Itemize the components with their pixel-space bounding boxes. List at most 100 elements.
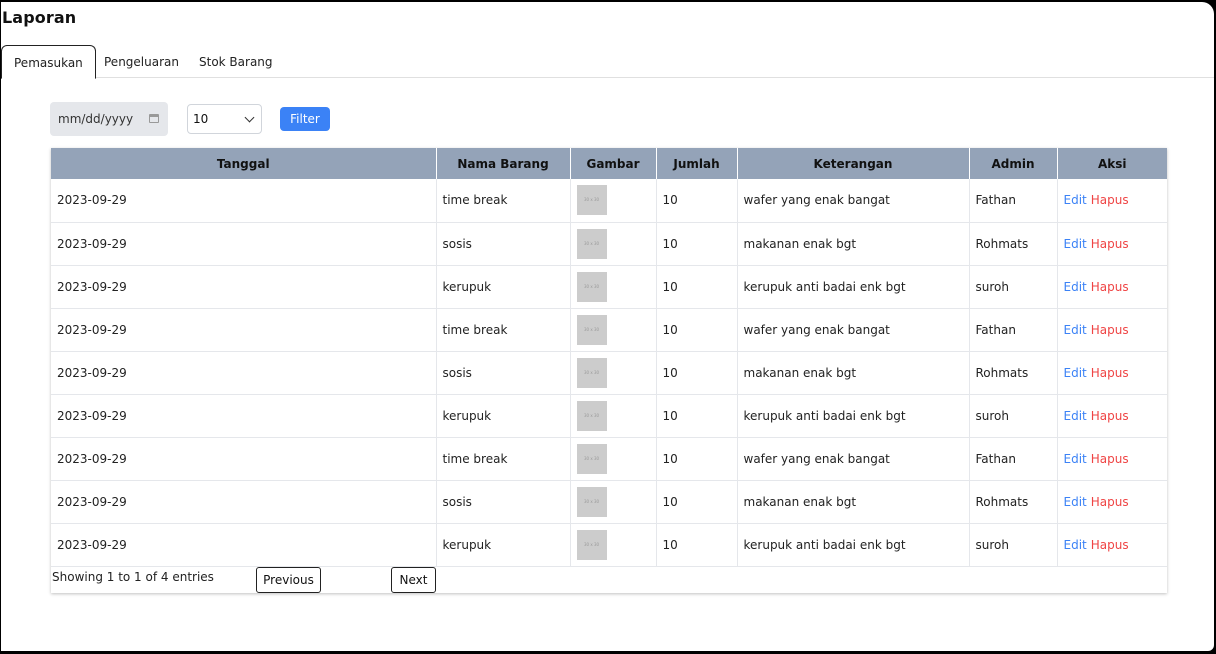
delete-link[interactable]: Hapus [1091,409,1129,423]
tab-pengeluaran[interactable]: Pengeluaran [92,45,191,79]
delete-link[interactable]: Hapus [1091,366,1129,380]
cell-keterangan: wafer yang enak bangat [737,308,970,352]
table-row: 2023-09-29 kerupuk 30 x 30 10 kerupuk anti b… [51,523,1167,567]
cell-gambar: 30 x 30 [570,265,657,309]
cell-aksi: Edit Hapus [1057,394,1167,438]
calendar-icon[interactable] [149,114,159,123]
cell-admin: suroh [969,265,1058,309]
cell-nama-barang: sosis [436,222,571,266]
chevron-down-icon [244,112,255,123]
date-placeholder: mm/dd/yyyy [58,112,134,126]
cell-aksi: Edit Hapus [1057,437,1167,481]
header-nama-barang: Nama Barang [436,148,571,179]
product-thumbnail: 30 x 30 [576,357,607,388]
cell-nama-barang: sosis [436,351,571,395]
cell-tanggal: 2023-09-29 [51,351,437,395]
cell-admin: Rohmats [969,222,1058,266]
cell-tanggal: 2023-09-29 [51,523,437,567]
table-row: 2023-09-29 sosis 30 x 30 10 makanan enak bgt… [51,222,1167,266]
header-aksi: Aksi [1057,148,1167,179]
cell-gambar: 30 x 30 [570,351,657,395]
table-header-row: Tanggal Nama Barang Gambar Jumlah Ketera… [51,148,1167,179]
edit-link[interactable]: Edit [1064,237,1087,251]
edit-link[interactable]: Edit [1064,409,1087,423]
delete-link[interactable]: Hapus [1091,237,1129,251]
cell-admin: suroh [969,523,1058,567]
cell-tanggal: 2023-09-29 [51,265,437,309]
cell-gambar: 30 x 30 [570,179,657,223]
product-thumbnail: 30 x 30 [576,529,607,560]
cell-jumlah: 10 [656,265,738,309]
cell-keterangan: wafer yang enak bangat [737,179,970,223]
page-size-select[interactable]: 10 [187,104,262,134]
previous-button[interactable]: Previous [256,567,321,593]
cell-keterangan: kerupuk anti badai enk bgt [737,394,970,438]
cell-jumlah: 10 [656,308,738,352]
cell-nama-barang: sosis [436,480,571,524]
table-row: 2023-09-29 sosis 30 x 30 10 makanan enak bgt… [51,351,1167,395]
tab-pemasukan[interactable]: Pemasukan [1,45,96,79]
cell-tanggal: 2023-09-29 [51,437,437,481]
cell-jumlah: 10 [656,351,738,395]
cell-tanggal: 2023-09-29 [51,222,437,266]
delete-link[interactable]: Hapus [1091,495,1129,509]
edit-link[interactable]: Edit [1064,452,1087,466]
tab-stok-barang[interactable]: Stok Barang [187,45,285,79]
cell-nama-barang: kerupuk [436,394,571,438]
cell-nama-barang: time break [436,308,571,352]
delete-link[interactable]: Hapus [1091,538,1129,552]
cell-jumlah: 10 [656,222,738,266]
product-thumbnail: 30 x 30 [576,185,607,216]
cell-jumlah: 10 [656,480,738,524]
page-title: Laporan [2,8,77,27]
table-row: 2023-09-29 time break 30 x 30 10 wafer yang … [51,308,1167,352]
cell-jumlah: 10 [656,523,738,567]
edit-link[interactable]: Edit [1064,538,1087,552]
date-filter-input[interactable]: mm/dd/yyyy [50,102,168,136]
cell-aksi: Edit Hapus [1057,523,1167,567]
edit-link[interactable]: Edit [1064,193,1087,207]
edit-link[interactable]: Edit [1064,323,1087,337]
header-tanggal: Tanggal [51,148,437,179]
cell-aksi: Edit Hapus [1057,222,1167,266]
delete-link[interactable]: Hapus [1091,193,1129,207]
cell-keterangan: kerupuk anti badai enk bgt [737,523,970,567]
cell-aksi: Edit Hapus [1057,351,1167,395]
next-button[interactable]: Next [391,567,436,593]
filter-button[interactable]: Filter [280,107,330,131]
product-thumbnail: 30 x 30 [576,228,607,259]
cell-tanggal: 2023-09-29 [51,308,437,352]
cell-jumlah: 10 [656,179,738,223]
cell-nama-barang: kerupuk [436,265,571,309]
cell-jumlah: 10 [656,394,738,438]
cell-aksi: Edit Hapus [1057,480,1167,524]
window: Laporan Pemasukan Pengeluaran Stok Baran… [1,2,1214,651]
cell-gambar: 30 x 30 [570,523,657,567]
edit-link[interactable]: Edit [1064,495,1087,509]
header-admin: Admin [969,148,1058,179]
cell-tanggal: 2023-09-29 [51,480,437,524]
cell-admin: Fathan [969,437,1058,481]
table-row: 2023-09-29 sosis 30 x 30 10 makanan enak bgt… [51,480,1167,524]
table-row: 2023-09-29 kerupuk 30 x 30 10 kerupuk anti b… [51,394,1167,438]
cell-aksi: Edit Hapus [1057,308,1167,352]
cell-nama-barang: time break [436,437,571,481]
entries-info: Showing 1 to 1 of 4 entries [52,570,214,584]
cell-nama-barang: kerupuk [436,523,571,567]
edit-link[interactable]: Edit [1064,366,1087,380]
header-keterangan: Keterangan [737,148,970,179]
cell-gambar: 30 x 30 [570,394,657,438]
delete-link[interactable]: Hapus [1091,323,1129,337]
cell-aksi: Edit Hapus [1057,179,1167,223]
cell-admin: Rohmats [969,480,1058,524]
delete-link[interactable]: Hapus [1091,280,1129,294]
tab-bar: Pemasukan Pengeluaran Stok Barang [1,45,1214,79]
cell-keterangan: makanan enak bgt [737,351,970,395]
cell-nama-barang: time break [436,179,571,223]
delete-link[interactable]: Hapus [1091,452,1129,466]
page-size-value: 10 [193,112,209,126]
cell-aksi: Edit Hapus [1057,265,1167,309]
cell-jumlah: 10 [656,437,738,481]
cell-admin: suroh [969,394,1058,438]
edit-link[interactable]: Edit [1064,280,1087,294]
